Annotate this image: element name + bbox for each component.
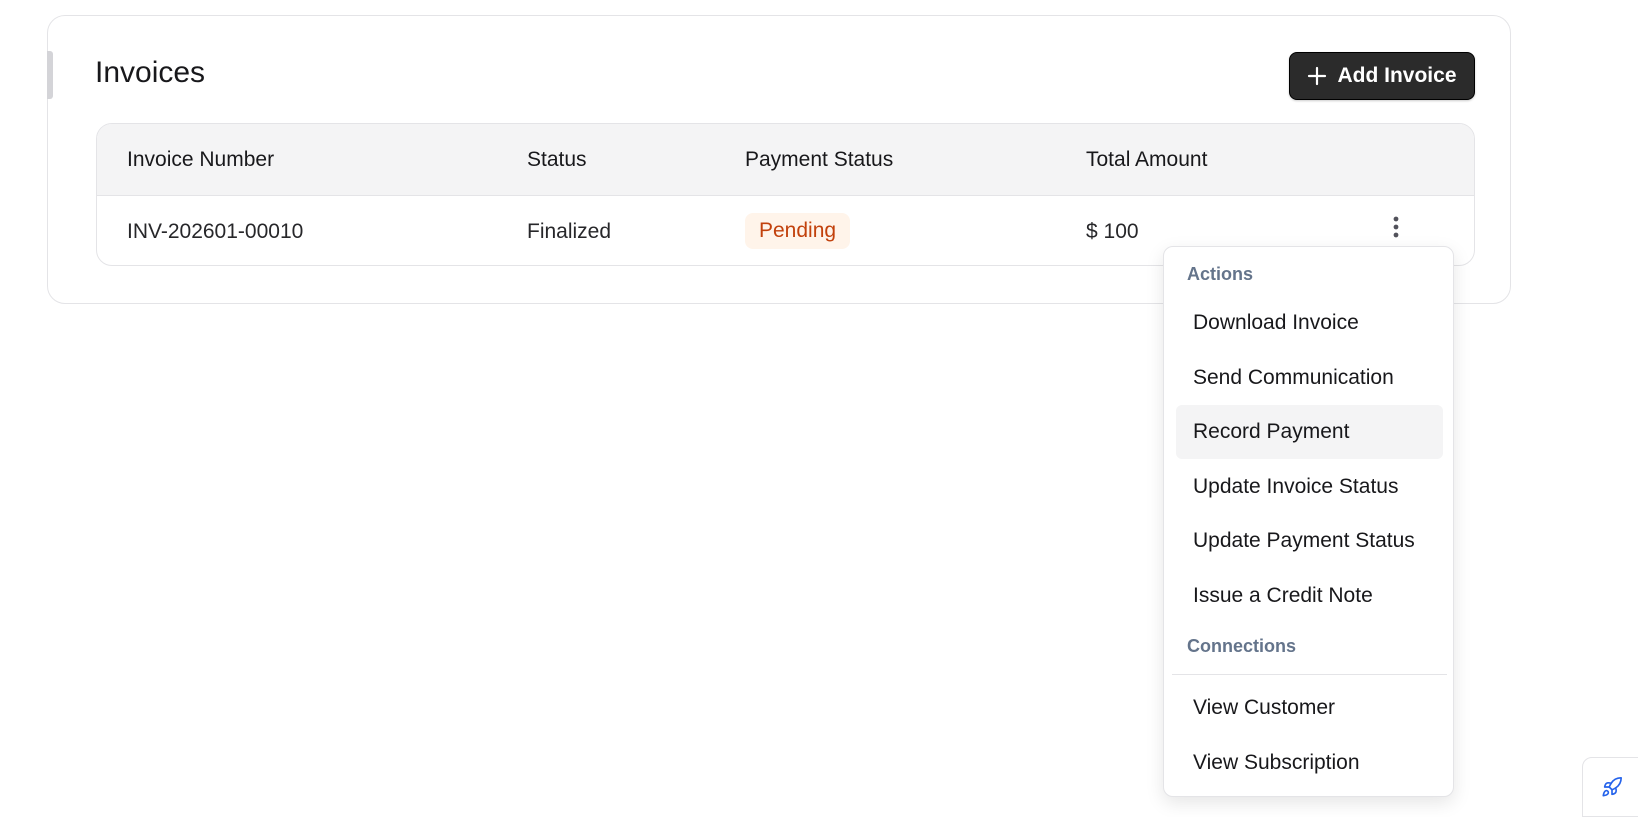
column-header-status: Status xyxy=(527,148,587,171)
menu-section-connections: Connections xyxy=(1187,636,1297,656)
add-invoice-label: Add Invoice xyxy=(1337,64,1457,87)
table-header: Invoice Number Status Payment Status Tot… xyxy=(97,124,1474,196)
column-header-payment-status: Payment Status xyxy=(745,148,894,171)
invoice-number-cell: INV-202601-00010 xyxy=(127,220,304,243)
menu-item-update-payment-status[interactable]: Update Payment Status xyxy=(1176,514,1443,568)
menu-item-download-invoice[interactable]: Download Invoice xyxy=(1176,296,1443,350)
add-invoice-button[interactable]: Add Invoice xyxy=(1289,52,1475,100)
menu-item-send-communication[interactable]: Send Communication xyxy=(1176,351,1443,405)
launcher-widget[interactable] xyxy=(1582,757,1638,817)
card-accent-bar xyxy=(47,51,53,99)
menu-item-view-subscription[interactable]: View Subscription xyxy=(1176,736,1443,790)
menu-item-view-customer[interactable]: View Customer xyxy=(1176,681,1443,735)
rocket-icon xyxy=(1601,776,1623,803)
row-actions-menu: Actions Download Invoice Send Communicat… xyxy=(1163,246,1454,797)
more-vertical-icon[interactable] xyxy=(1384,212,1408,242)
menu-item-issue-credit-note[interactable]: Issue a Credit Note xyxy=(1176,569,1443,623)
payment-status-badge: Pending xyxy=(745,213,851,249)
status-cell: Finalized xyxy=(527,220,612,243)
menu-item-update-invoice-status[interactable]: Update Invoice Status xyxy=(1176,460,1443,514)
total-amount-cell: $ 100 xyxy=(1086,220,1139,243)
menu-divider xyxy=(1172,674,1447,675)
plus-icon xyxy=(1307,66,1327,86)
invoices-table: Invoice Number Status Payment Status Tot… xyxy=(96,123,1475,266)
column-header-invoice-number: Invoice Number xyxy=(127,148,275,171)
menu-item-record-payment[interactable]: Record Payment xyxy=(1176,405,1443,459)
menu-section-actions: Actions xyxy=(1187,264,1254,284)
column-header-total-amount: Total Amount xyxy=(1086,148,1208,171)
page-title: Invoices xyxy=(95,56,206,89)
